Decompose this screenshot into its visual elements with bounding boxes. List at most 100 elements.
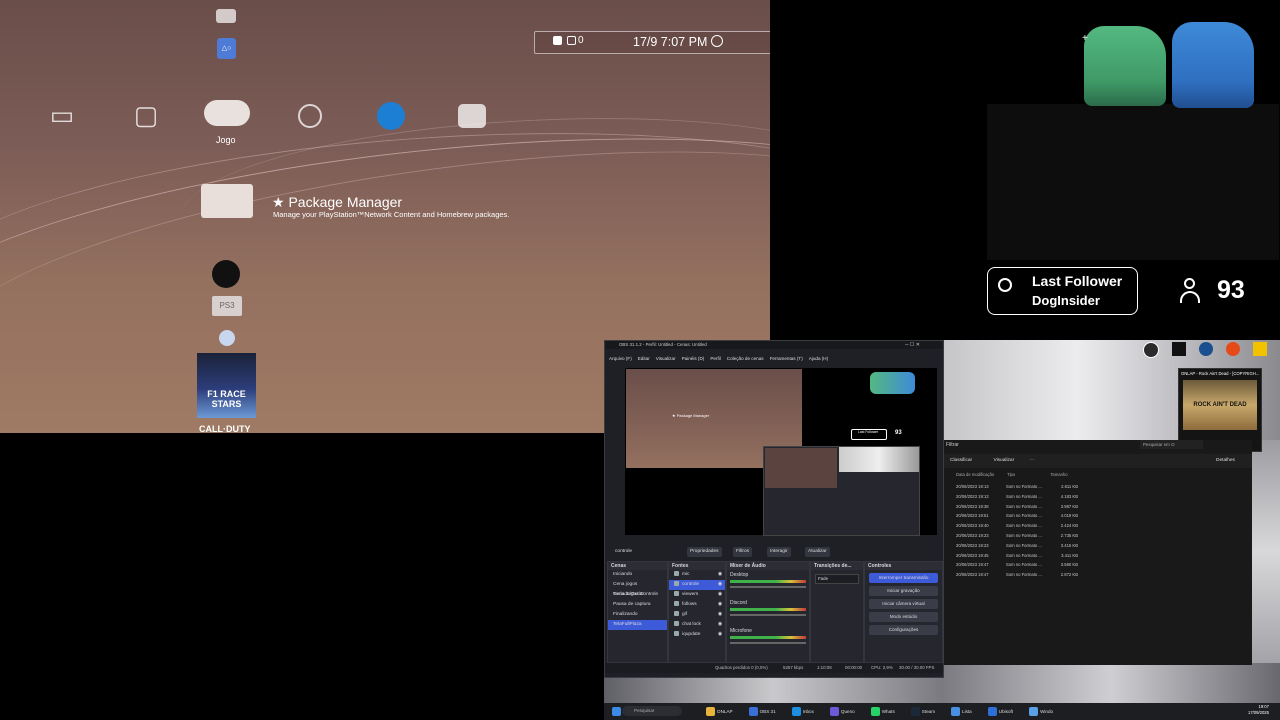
visibility-icon[interactable]: ◉ bbox=[718, 580, 722, 590]
visibility-icon[interactable]: ◉ bbox=[718, 610, 722, 620]
call-of-duty-cover[interactable]: CALL·DUTY bbox=[199, 424, 251, 433]
app-icon[interactable] bbox=[1143, 342, 1159, 358]
start-virtual-camera-button[interactable]: Iniciar câmera virtual bbox=[869, 599, 938, 609]
visibility-icon[interactable]: ◉ bbox=[718, 620, 722, 630]
explorer-search-input[interactable]: Pesquisar em O bbox=[1140, 440, 1203, 449]
taskbar-app[interactable]: OBS 31 bbox=[747, 703, 776, 720]
volume-slider[interactable] bbox=[730, 614, 806, 616]
source-item[interactable]: mic ◉ bbox=[669, 570, 725, 580]
app-icon bbox=[910, 707, 920, 717]
source-item[interactable]: gif ◉ bbox=[669, 610, 725, 620]
scene-item[interactable]: Iniciando bbox=[608, 570, 667, 580]
taskbar-app[interactable]: Lista bbox=[949, 703, 972, 720]
studio-mode-button[interactable]: Modo estúdio bbox=[869, 612, 938, 622]
friends-category-icon[interactable] bbox=[458, 104, 486, 128]
obs-preview[interactable]: ★ Package Manager Last Follower 93 bbox=[625, 368, 937, 536]
visibility-icon[interactable]: ◉ bbox=[718, 630, 722, 640]
scene-item[interactable]: Cena jogos Teclado/Outlar bbox=[608, 580, 667, 597]
scene-item[interactable]: Cena Jogos Controle bbox=[608, 590, 667, 600]
file-row[interactable]: 20/06/2023 19:23 Som no Formato ... 2.735 … bbox=[956, 531, 1078, 541]
visibility-icon[interactable]: ◉ bbox=[718, 590, 722, 600]
refresh-button[interactable]: Atualizar bbox=[805, 547, 830, 557]
taskbar-app[interactable]: Steam bbox=[909, 703, 935, 720]
epic-games-icon[interactable] bbox=[1172, 342, 1186, 356]
obs-menu-item[interactable]: Perfil bbox=[710, 356, 720, 361]
desktop-wallpaper-right bbox=[1250, 440, 1280, 663]
source-item[interactable]: chat lock ◉ bbox=[669, 620, 725, 630]
obs-menu-item[interactable]: Coleção de cenas bbox=[727, 356, 764, 361]
filters-button[interactable]: Filtros bbox=[733, 547, 753, 557]
file-row[interactable]: 20/06/2023 19:51 Som no Formato ... 4.019 … bbox=[956, 511, 1078, 521]
file-row[interactable]: 20/06/2023 19:47 Som no Formato ... 3.560 … bbox=[956, 560, 1078, 570]
taskbar-app[interactable]: ONLAP bbox=[704, 703, 733, 720]
file-row[interactable]: 20/06/2023 19:45 Som no Formato ... 3.411 … bbox=[956, 551, 1078, 561]
window-controls[interactable]: ─ ☐ ✕ bbox=[905, 342, 920, 348]
network-category-icon[interactable] bbox=[298, 104, 322, 128]
file-row[interactable]: 20/06/2023 19:13 Som no Formato ... 2.611 … bbox=[956, 482, 1078, 492]
source-item[interactable]: follows ◉ bbox=[669, 600, 725, 610]
start-icon[interactable] bbox=[612, 707, 621, 716]
settings-button[interactable]: Configurações bbox=[869, 625, 938, 635]
interact-button[interactable]: Interagir bbox=[767, 547, 791, 557]
start-recording-button[interactable]: Iniciar gravação bbox=[869, 586, 938, 596]
rockstar-icon[interactable] bbox=[1253, 342, 1267, 356]
selected-item-title[interactable]: ★ Package Manager bbox=[272, 194, 402, 211]
more-button[interactable]: ··· bbox=[1030, 458, 1035, 463]
obs-menu-item[interactable]: Ferramentas (T) bbox=[770, 356, 803, 361]
browser-icon[interactable] bbox=[1226, 342, 1240, 356]
tv-category-icon[interactable]: ▢ bbox=[126, 100, 166, 131]
file-row[interactable]: 20/06/2023 19:47 Som no Formato ... 2.872 … bbox=[956, 570, 1078, 580]
source-item[interactable]: viewers ◉ bbox=[669, 590, 725, 600]
source-item[interactable]: iqupdate ◉ bbox=[669, 630, 725, 640]
taskbar-app[interactable]: Ubisoft bbox=[986, 703, 1013, 720]
properties-button[interactable]: Propriedades bbox=[687, 547, 722, 557]
taskbar-app[interactable]: Inbox bbox=[790, 703, 814, 720]
homebrew-bomb-icon[interactable] bbox=[212, 260, 240, 288]
transition-select[interactable]: Fade bbox=[815, 574, 859, 584]
file-row[interactable]: 20/06/2023 19:40 Som no Formato ... 2.424 … bbox=[956, 521, 1078, 531]
ps3-item-icon[interactable]: PS3 bbox=[212, 296, 242, 316]
f1-race-stars-cover[interactable]: F1 RACE STARS bbox=[197, 353, 256, 418]
taskbar-app[interactable]: Windo bbox=[1027, 703, 1053, 720]
package-manager-folder-icon[interactable] bbox=[201, 184, 253, 218]
scene-item[interactable]: Pausa de captura bbox=[608, 600, 667, 610]
scene-item[interactable]: Finalizando bbox=[608, 610, 667, 620]
psn-category-icon[interactable] bbox=[377, 102, 405, 130]
taskbar-search[interactable]: Pesquisar bbox=[622, 706, 682, 716]
visibility-icon[interactable]: ◉ bbox=[718, 570, 722, 580]
sources-dock: Fontes mic ◉ controle ◉ viewers ◉ follows ◉ gif ◉… bbox=[668, 561, 726, 663]
visibility-icon[interactable]: ◉ bbox=[718, 600, 722, 610]
column-modified[interactable]: Data de modificação bbox=[956, 470, 1006, 480]
disc-icon[interactable] bbox=[219, 330, 235, 346]
bitrate: 5267 kbps bbox=[783, 665, 804, 670]
obs-menu-item[interactable]: Visualizar bbox=[656, 356, 676, 361]
scene-item[interactable]: TelaFullPlaza bbox=[608, 620, 667, 630]
scenes-list: Iniciando Cena jogos Teclado/Outlar Cena J… bbox=[608, 570, 667, 630]
volume-slider[interactable] bbox=[730, 586, 806, 588]
obs-menu-item[interactable]: Editar bbox=[638, 356, 650, 361]
obs-menu-item[interactable]: Arquivo (F) bbox=[609, 356, 632, 361]
file-row[interactable]: 20/06/2023 19:13 Som no Formato ... 4.183 … bbox=[956, 492, 1078, 502]
file-cell: 20/06/2023 19:13 bbox=[956, 484, 989, 489]
fps-readout: 30.00 / 30.00 FPS bbox=[899, 665, 935, 670]
view-button[interactable]: Visualizar bbox=[993, 458, 1014, 463]
volume-slider[interactable] bbox=[730, 642, 806, 644]
volume-meter bbox=[730, 608, 806, 611]
column-size[interactable]: Tamanho bbox=[1050, 470, 1080, 480]
details-button[interactable]: Detalhes bbox=[1216, 454, 1235, 468]
file-cell: 4.183 KB bbox=[1060, 493, 1078, 499]
source-label: chat lock bbox=[682, 622, 701, 627]
obs-menu-item[interactable]: Ajuda (H) bbox=[809, 356, 828, 361]
obs-menu-item[interactable]: Painéis (D) bbox=[682, 356, 705, 361]
video-category-icon[interactable]: ▭ bbox=[42, 100, 82, 131]
taskbar-app[interactable]: Queno bbox=[828, 703, 855, 720]
file-row[interactable]: 20/06/2023 19:23 Som no Formato ... 3.415 … bbox=[956, 541, 1078, 551]
file-row[interactable]: 20/06/2023 19:38 Som no Formato ... 3.987 … bbox=[956, 502, 1078, 512]
column-type[interactable]: Tipo bbox=[1007, 470, 1049, 480]
game-category[interactable] bbox=[203, 98, 251, 130]
sort-button[interactable]: Classificar bbox=[950, 458, 972, 463]
stop-streaming-button[interactable]: Interromper transmissão bbox=[869, 573, 938, 583]
taskbar-app[interactable]: Whats bbox=[869, 703, 895, 720]
steam-icon[interactable] bbox=[1199, 342, 1213, 356]
source-item[interactable]: controle ◉ bbox=[669, 580, 725, 590]
